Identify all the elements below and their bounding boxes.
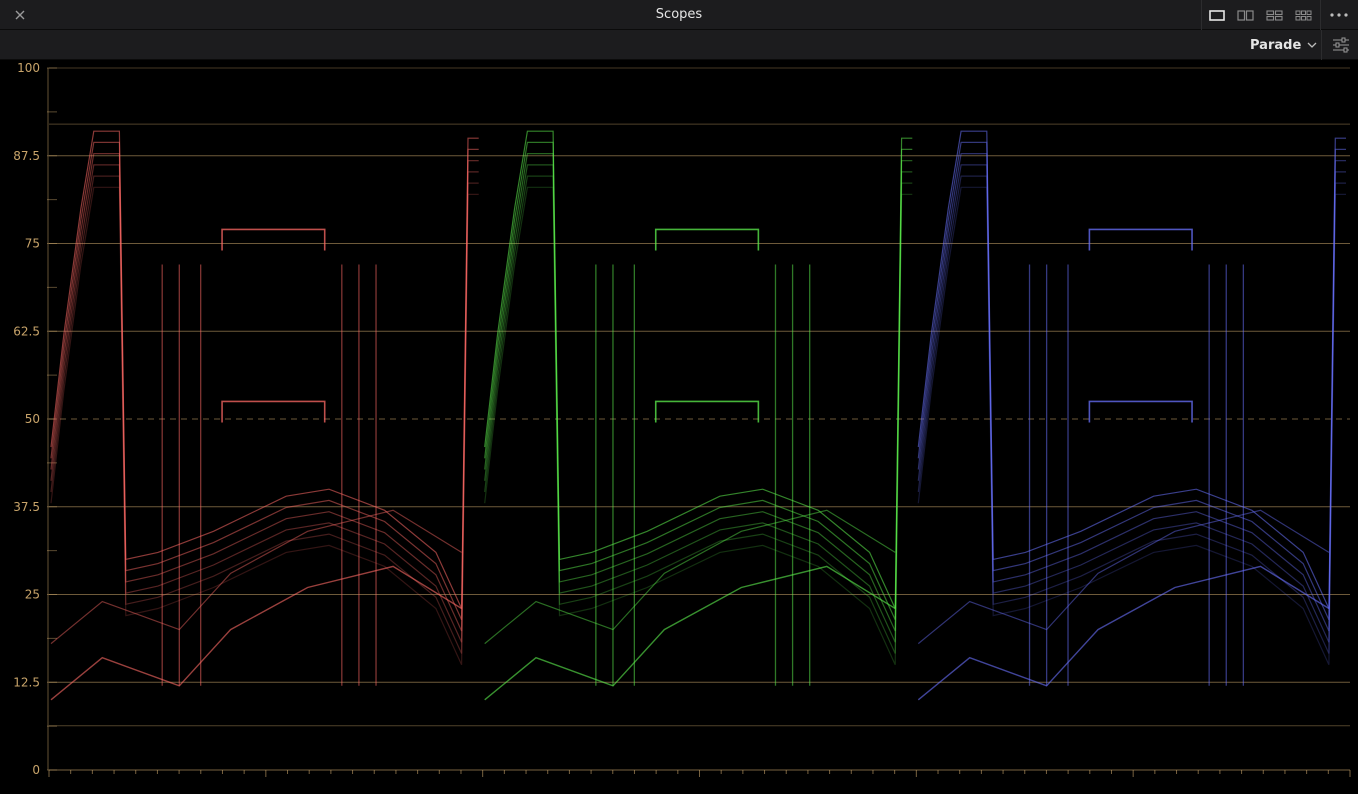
red-channel-trace <box>50 130 479 609</box>
red-channel-trace <box>50 141 479 621</box>
single-view-button[interactable] <box>1202 0 1231 30</box>
scope-toolbar: Parade <box>0 30 1358 60</box>
blue-channel-trace <box>917 186 1346 665</box>
waveform-canvas: 100 87.5 75 62.5 50 37.5 25 12.5 0 <box>13 61 1351 777</box>
green-channel-trace <box>484 130 913 609</box>
window-title: Scopes <box>655 7 703 22</box>
blue-channel-lower-trace <box>917 509 1330 645</box>
y-tick-label: 100 <box>17 61 40 75</box>
blue-channel-lower-trace <box>917 565 1330 701</box>
dual-view-icon <box>1237 9 1254 21</box>
red-channel-trace <box>50 175 479 654</box>
red-channel-trace <box>50 186 479 665</box>
green-channel-trace <box>484 186 913 665</box>
sliders-icon <box>1332 37 1349 53</box>
close-icon <box>15 10 25 20</box>
blue-channel-trace <box>917 130 1346 609</box>
red-channel-lower-trace <box>50 565 462 701</box>
red-channel-trace <box>50 153 479 632</box>
blue-channel-plateau <box>1088 228 1193 251</box>
chevron-down-icon <box>1307 42 1317 48</box>
y-tick-label: 25 <box>25 588 40 602</box>
scope-settings-button[interactable] <box>1321 30 1358 60</box>
more-options-button[interactable] <box>1320 0 1358 30</box>
green-channel-trace <box>484 164 913 643</box>
red-channel-plateau <box>221 228 326 251</box>
green-channel-lower-trace <box>484 509 896 645</box>
y-tick-label: 87.5 <box>13 149 40 163</box>
y-tick-label: 75 <box>25 237 40 251</box>
blue-channel-trace <box>917 175 1346 654</box>
quad-view-button[interactable] <box>1260 0 1289 30</box>
green-channel-trace <box>484 153 913 632</box>
green-channel-trace <box>484 175 913 654</box>
green-channel-lower-trace <box>484 565 896 701</box>
six-view-icon <box>1295 10 1312 20</box>
y-tick-label: 37.5 <box>13 500 40 514</box>
red-channel-trace <box>50 164 479 643</box>
blue-channel-trace <box>917 164 1346 643</box>
single-view-icon <box>1208 9 1225 21</box>
scope-mode-dropdown[interactable]: Parade <box>1244 30 1320 60</box>
y-tick-label: 0 <box>32 763 40 777</box>
y-tick-label: 50 <box>25 412 40 426</box>
dual-view-button[interactable] <box>1231 0 1260 30</box>
blue-channel-trace <box>917 153 1346 632</box>
green-channel-trace <box>484 141 913 621</box>
rgb-parade-scope: 100 87.5 75 62.5 50 37.5 25 12.5 0 <box>0 60 1358 794</box>
scope-mode-label: Parade <box>1250 37 1302 53</box>
close-button[interactable] <box>0 0 40 30</box>
red-channel-lower-trace <box>50 509 462 645</box>
six-view-button[interactable] <box>1289 0 1318 30</box>
layout-switcher <box>1201 0 1321 30</box>
green-channel-plateau <box>654 228 760 251</box>
y-tick-label: 12.5 <box>13 675 40 689</box>
more-horizontal-icon <box>1330 13 1348 17</box>
blue-channel-trace <box>917 141 1346 621</box>
quad-view-icon <box>1266 9 1283 21</box>
y-tick-label: 62.5 <box>13 324 40 338</box>
title-bar: Scopes <box>0 0 1358 30</box>
